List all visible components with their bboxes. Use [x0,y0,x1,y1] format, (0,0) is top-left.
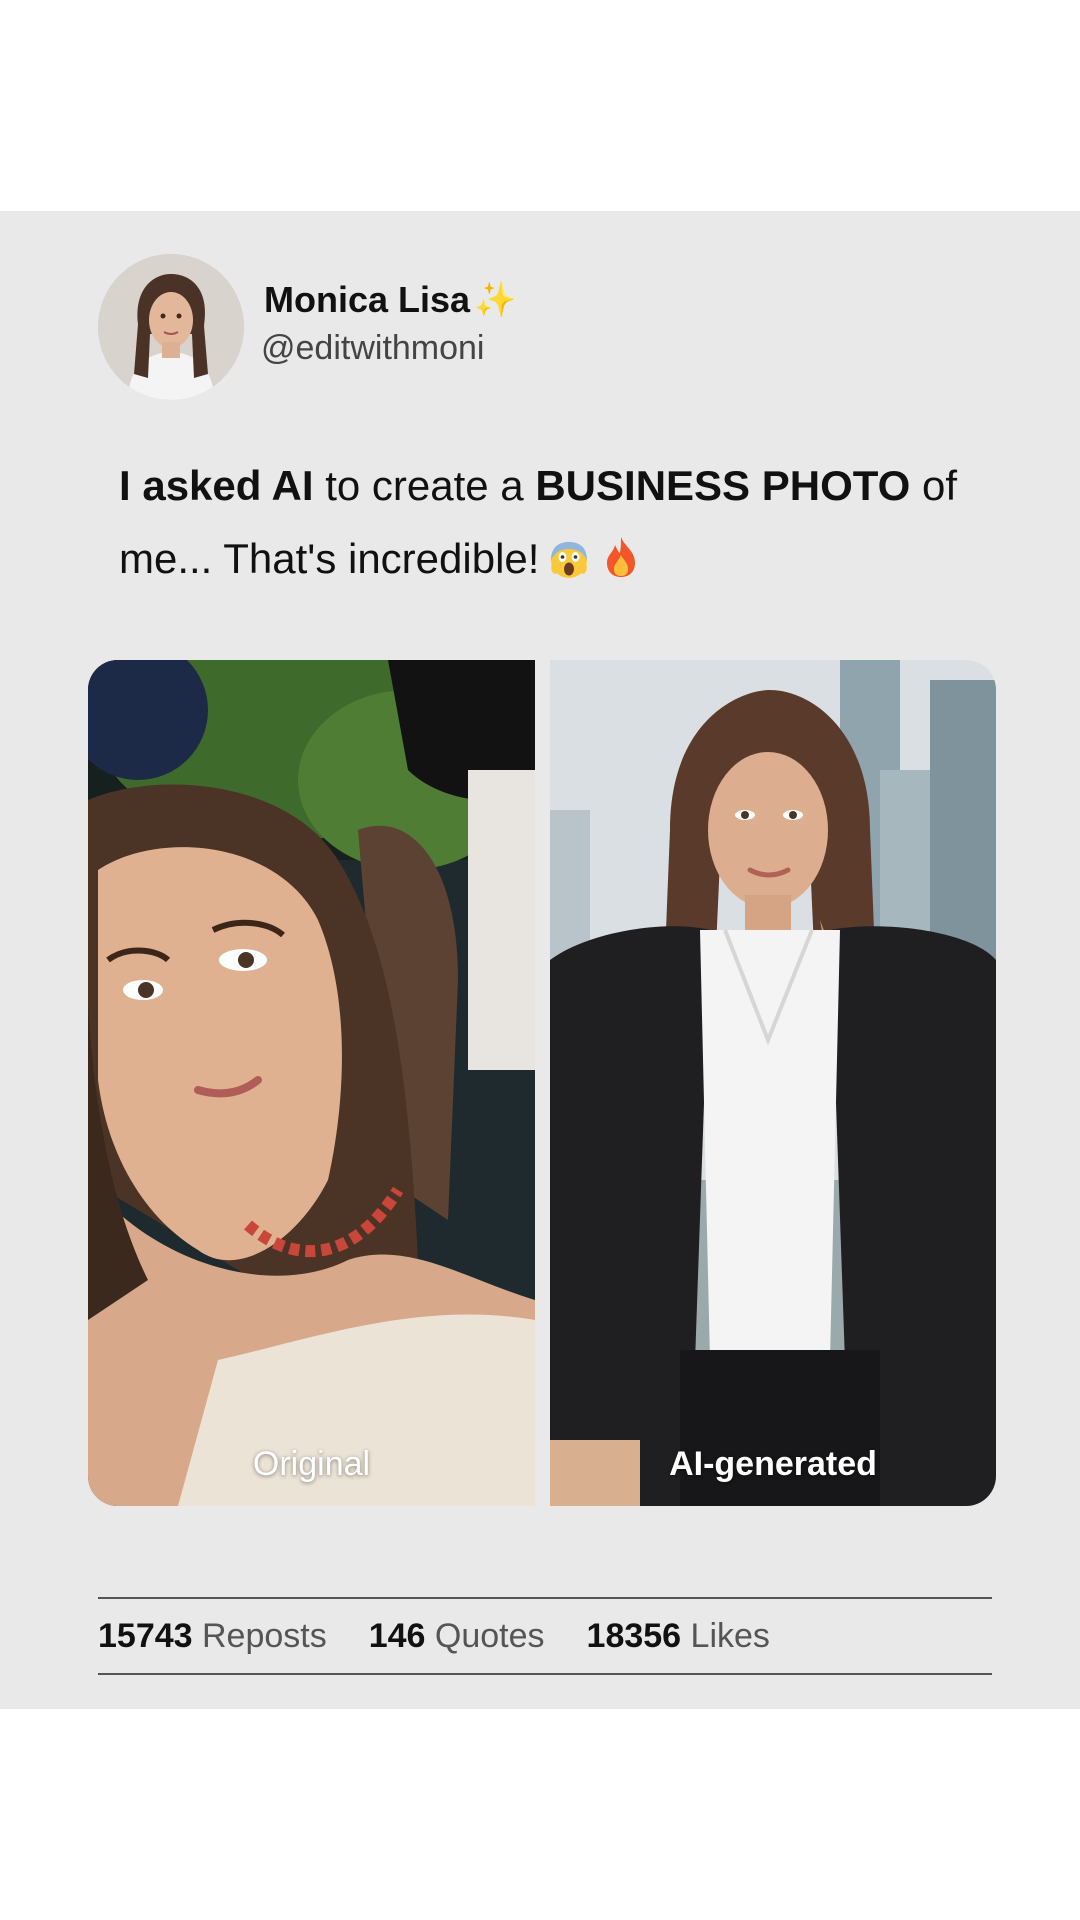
user-handle[interactable]: @editwithmoni [261,329,485,368]
ai-generated-label: AI-generated [669,1445,877,1483]
original-photo[interactable]: Original [88,660,535,1506]
likes-label: Likes [690,1616,770,1655]
original-label: Original [252,1445,371,1483]
quotes-stat[interactable]: 146 Quotes [369,1617,545,1656]
ai-generated-photo[interactable]: AI-generated [550,660,996,1506]
ai-generated-photo-image [550,660,996,1506]
likes-count: 18356 [586,1616,682,1655]
post-text-bold-2: BUSINESS PHOTO [535,462,911,509]
likes-stat[interactable]: 18356 Likes [587,1617,770,1656]
page: Monica Lisa ✨ @editwithmoni I asked AI t… [0,0,1080,1920]
avatar-image [98,254,244,400]
quotes-label: Quotes [434,1616,545,1655]
post-text-2: to create a [313,462,536,509]
sparkle-icon: ✨ [474,281,517,319]
scream-face-icon [551,542,588,578]
display-name[interactable]: Monica Lisa [264,279,470,321]
photo-comparison: Original AI-generated [88,660,996,1506]
author-name-row[interactable]: Monica Lisa ✨ [264,277,516,323]
original-photo-image [88,660,535,1506]
reposts-count: 15743 [98,1616,193,1655]
post-card[interactable]: Monica Lisa ✨ @editwithmoni I asked AI t… [0,211,1080,1709]
reposts-stat[interactable]: 15743 Reposts [98,1617,327,1656]
post-stats: 15743 Reposts 146 Quotes 18356 Likes [98,1597,992,1675]
avatar[interactable] [98,254,244,400]
reposts-label: Reposts [202,1616,327,1655]
post-text: I asked AI to create a BUSINESS PHOTO of… [119,449,1019,595]
post-text-bold-1: I asked AI [119,462,314,509]
fire-icon [607,537,636,577]
quotes-count: 146 [368,1616,426,1655]
